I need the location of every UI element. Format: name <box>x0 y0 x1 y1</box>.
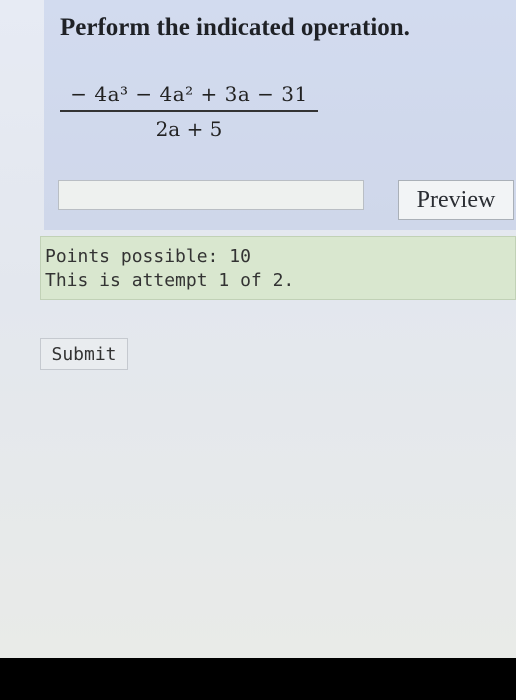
expression-fraction: − 4a³ − 4a² + 3a − 31 2a + 5 <box>60 80 318 142</box>
fraction-denominator: 2a + 5 <box>155 117 223 141</box>
fraction-numerator: − 4a³ − 4a² + 3a − 31 <box>70 82 308 106</box>
attempt-info-box: Points possible: 10 This is attempt 1 of… <box>40 236 516 300</box>
question-screen: Perform the indicated operation. − 4a³ −… <box>0 0 516 658</box>
points-possible-text: Points possible: 10 <box>45 246 251 267</box>
question-prompt: Perform the indicated operation. <box>60 14 410 41</box>
preview-button[interactable]: Preview <box>398 180 514 220</box>
fraction-bar <box>60 110 318 112</box>
attempt-count-text: This is attempt 1 of 2. <box>45 270 295 291</box>
answer-input[interactable] <box>58 180 364 210</box>
submit-button[interactable]: Submit <box>40 338 128 370</box>
